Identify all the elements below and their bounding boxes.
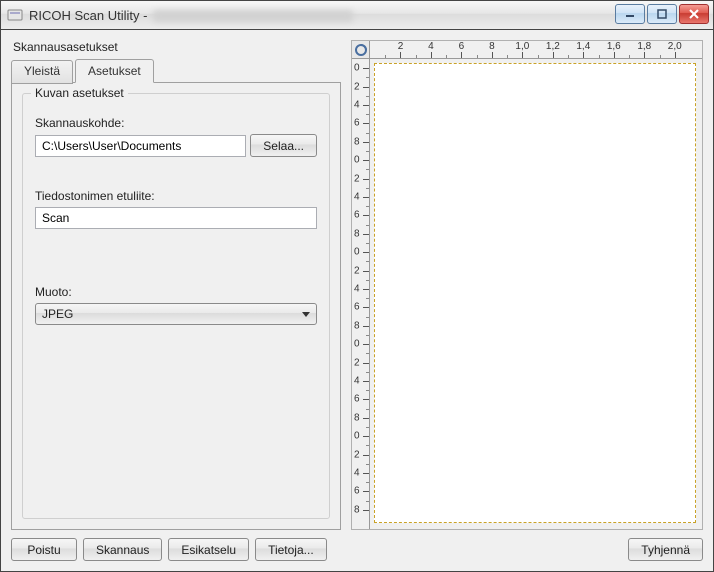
chevron-down-icon xyxy=(302,312,310,317)
ruler-tick-label: 1,2 xyxy=(546,41,560,52)
ruler-tick-label: 2 xyxy=(354,265,360,276)
ruler-tick-label: 6 xyxy=(354,302,360,313)
close-button[interactable] xyxy=(679,4,709,24)
image-settings-group: Kuvan asetukset Skannauskohde: Selaa... … xyxy=(22,93,330,519)
ruler-tick-label: 8 xyxy=(354,136,360,147)
ruler-tick-label: 2 xyxy=(354,81,360,92)
ruler-tick-label: 6 xyxy=(459,41,465,52)
tab-body: Kuvan asetukset Skannauskohde: Selaa... … xyxy=(11,82,341,530)
scan-button[interactable]: Skannaus xyxy=(83,538,162,561)
format-label: Muoto: xyxy=(35,285,317,299)
ruler-tick-label: 1,4 xyxy=(576,41,590,52)
ruler-vertical: 0 2 4 6 8 0 2 4 6 8 0 2 4 6 8 0 2 4 6 8 0 2 4 6 8 xyxy=(352,59,370,529)
ruler-tick-label: 4 xyxy=(354,100,360,111)
ruler-origin-icon xyxy=(352,41,370,59)
ruler-horizontal: 2 4 6 8 1,0 1,2 1,4 1,6 1,8 2,0 xyxy=(370,41,702,59)
about-button[interactable]: Tietoja... xyxy=(255,538,327,561)
scan-target-input[interactable] xyxy=(35,135,246,157)
ruler-tick-label: 6 xyxy=(354,210,360,221)
preview-panel: 24681,01,21,41,61,82,0 02468024680246802… xyxy=(351,40,703,530)
tab-general[interactable]: Yleistä xyxy=(11,60,73,84)
tab-settings[interactable]: Asetukset xyxy=(75,59,154,83)
ruler-tick-label: 6 xyxy=(354,394,360,405)
app-icon xyxy=(7,7,23,23)
scan-target-label: Skannauskohde: xyxy=(35,116,317,130)
ruler-tick-label: 1,8 xyxy=(637,41,651,52)
ruler-tick-label: 6 xyxy=(354,118,360,129)
ruler-tick-label: 6 xyxy=(354,486,360,497)
client-area: Skannausasetukset Yleistä Asetukset Kuva… xyxy=(0,30,714,572)
ruler-tick-label: 2 xyxy=(354,173,360,184)
format-select-value: JPEG xyxy=(42,307,73,321)
preview-button[interactable]: Esikatselu xyxy=(168,538,249,561)
tabs-strip: Yleistä Asetukset xyxy=(11,58,341,82)
button-bar: Poistu Skannaus Esikatselu Tietoja... Ty… xyxy=(11,538,703,561)
ruler-tick-label: 0 xyxy=(354,431,360,442)
ruler-tick-label: 1,6 xyxy=(607,41,621,52)
ruler-tick-label: 8 xyxy=(354,504,360,515)
group-legend: Kuvan asetukset xyxy=(31,86,128,100)
ruler-tick-label: 2 xyxy=(354,449,360,460)
ruler-tick-label: 0 xyxy=(354,155,360,166)
ruler-tick-label: 0 xyxy=(354,247,360,258)
titlebar: RICOH Scan Utility - xyxy=(0,0,714,30)
maximize-button[interactable] xyxy=(647,4,677,24)
minimize-button[interactable] xyxy=(615,4,645,24)
filename-prefix-label: Tiedostonimen etuliite: xyxy=(35,189,317,203)
ruler-tick-label: 1,0 xyxy=(515,41,529,52)
ruler-tick-label: 2 xyxy=(398,41,404,52)
ruler-tick-label: 8 xyxy=(354,412,360,423)
ruler-tick-label: 4 xyxy=(354,284,360,295)
browse-button[interactable]: Selaa... xyxy=(250,134,317,157)
ruler-tick-label: 4 xyxy=(354,468,360,479)
ruler-tick-label: 4 xyxy=(354,376,360,387)
ruler-tick-label: 2 xyxy=(354,357,360,368)
window-title: RICOH Scan Utility - xyxy=(29,8,353,23)
scan-settings-label: Skannausasetukset xyxy=(13,40,341,54)
preview-canvas[interactable] xyxy=(374,63,696,523)
filename-prefix-input[interactable] xyxy=(35,207,317,229)
clear-button[interactable]: Tyhjennä xyxy=(628,538,703,561)
redacted-text xyxy=(153,10,353,22)
ruler-tick-label: 4 xyxy=(354,192,360,203)
ruler-tick-label: 2,0 xyxy=(668,41,682,52)
ruler-tick-label: 8 xyxy=(354,228,360,239)
settings-panel: Skannausasetukset Yleistä Asetukset Kuva… xyxy=(11,40,341,530)
ruler-tick-label: 0 xyxy=(354,339,360,350)
ruler-tick-label: 4 xyxy=(428,41,434,52)
exit-button[interactable]: Poistu xyxy=(11,538,77,561)
format-select[interactable]: JPEG xyxy=(35,303,317,325)
ruler-tick-label: 0 xyxy=(354,63,360,74)
ruler-tick-label: 8 xyxy=(489,41,495,52)
ruler-tick-label: 8 xyxy=(354,320,360,331)
